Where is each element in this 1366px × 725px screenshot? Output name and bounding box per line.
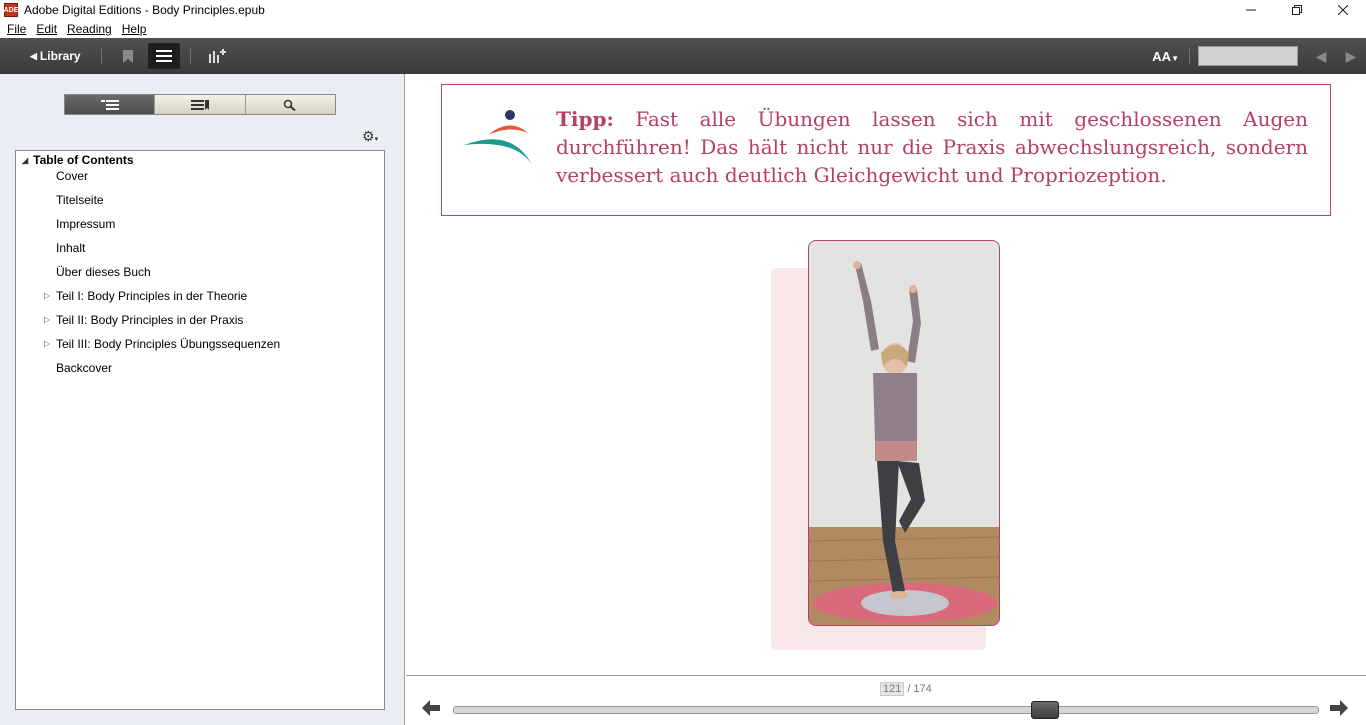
chevron-down-icon: ▼	[1171, 53, 1179, 63]
total-pages: 174	[913, 683, 932, 695]
list-item[interactable]: Teil III: Body Principles Übungssequenze…	[56, 337, 280, 351]
arrow-right-icon: ▶	[1345, 47, 1357, 64]
back-triangle-icon: ◀	[30, 50, 37, 61]
page-indicator: 121 / 174	[880, 682, 932, 696]
restore-button[interactable]	[1274, 0, 1320, 20]
menu-help[interactable]: Help	[122, 22, 147, 36]
bookmark-button[interactable]	[112, 43, 144, 69]
expand-triangle-icon[interactable]: ▷	[44, 339, 50, 348]
toc-icon	[100, 99, 119, 110]
add-bookmark-icon	[208, 49, 226, 63]
close-icon	[1338, 5, 1348, 15]
woman-tree-pose-image	[809, 241, 999, 625]
collapse-triangle-icon: ◢	[22, 155, 29, 165]
sidebar: ⚙▾ ◢ Table of Contents Cover Titelseite …	[0, 74, 405, 725]
library-button[interactable]: ◀ Library	[30, 49, 81, 63]
list-item[interactable]: Backcover	[56, 361, 112, 375]
contents-list-icon	[155, 50, 172, 62]
title-bar: ADE Adobe Digital Editions - Body Princi…	[0, 0, 1366, 20]
menu-edit[interactable]: Edit	[36, 22, 57, 36]
page-navigation: 121 / 174	[406, 675, 1366, 725]
menu-file[interactable]: File	[7, 22, 26, 36]
arrow-left-icon	[422, 700, 440, 716]
page-slider-track[interactable]	[453, 701, 1319, 719]
minimize-icon	[1246, 9, 1256, 11]
list-item[interactable]: Über dieses Buch	[56, 265, 151, 279]
tip-text: Fast alle Übungen lassen sich mit geschl…	[556, 107, 1308, 187]
tip-paragraph: Tipp: Fast alle Übungen lassen sich mit …	[556, 105, 1308, 189]
page-separator: /	[907, 683, 911, 695]
close-button[interactable]	[1320, 0, 1366, 20]
expand-triangle-icon[interactable]: ▷	[44, 315, 50, 324]
toolbar-divider	[100, 48, 102, 64]
contents-list-button[interactable]	[147, 43, 180, 69]
table-of-contents-tab[interactable]	[65, 95, 156, 114]
restore-icon	[1292, 5, 1302, 15]
yoga-pose-photo	[808, 240, 1000, 626]
app-icon: ADE	[4, 3, 18, 17]
menu-bar: File Edit Reading Help	[0, 20, 1366, 38]
body-principles-logo	[464, 110, 532, 165]
font-size-label: AA	[1152, 48, 1172, 64]
window-controls	[1228, 0, 1366, 20]
next-result-button[interactable]: ▶	[1336, 48, 1366, 65]
previous-result-button[interactable]: ◀	[1306, 48, 1336, 65]
toc-heading-label: Table of Contents	[33, 153, 134, 167]
previous-page-button[interactable]	[422, 700, 440, 721]
toolbar: ◀ Library AA▼ ◀ ▶	[0, 38, 1366, 74]
current-page-field[interactable]: 121	[880, 682, 905, 696]
list-item[interactable]: Impressum	[56, 217, 115, 231]
font-size-button[interactable]: AA▼	[1152, 49, 1179, 64]
list-item[interactable]: Inhalt	[56, 241, 85, 255]
bookmarks-tab[interactable]	[155, 95, 246, 114]
toc-tree: ◢ Table of Contents Cover Titelseite Imp…	[15, 150, 385, 710]
list-item[interactable]: Teil I: Body Principles in der Theorie	[56, 289, 247, 303]
toolbar-divider	[189, 48, 191, 64]
toolbar-right: AA▼ ◀ ▶	[1152, 38, 1366, 74]
gear-icon: ⚙	[362, 128, 375, 144]
expand-triangle-icon[interactable]: ▷	[44, 291, 50, 300]
search-input[interactable]	[1198, 46, 1298, 66]
menu-reading[interactable]: Reading	[67, 22, 112, 36]
window-title: Adobe Digital Editions - Body Principles…	[24, 3, 265, 17]
add-bookmark-button[interactable]	[201, 43, 233, 69]
page-slider-thumb[interactable]	[1031, 701, 1059, 719]
settings-gear-button[interactable]: ⚙▾	[362, 128, 378, 145]
next-page-button[interactable]	[1330, 700, 1348, 721]
list-item[interactable]: Teil II: Body Principles in der Praxis	[56, 313, 243, 327]
minimize-button[interactable]	[1228, 0, 1274, 20]
reading-pane: Tipp: Fast alle Übungen lassen sich mit …	[406, 74, 1366, 674]
tip-label: Tipp:	[556, 107, 614, 131]
tip-box: Tipp: Fast alle Übungen lassen sich mit …	[441, 84, 1331, 216]
toc-heading[interactable]: ◢ Table of Contents	[22, 153, 134, 167]
chevron-down-icon: ▾	[374, 136, 379, 143]
library-label: Library	[39, 49, 81, 63]
search-tab[interactable]	[245, 95, 335, 114]
list-item[interactable]: Cover	[56, 169, 88, 183]
list-item[interactable]: Titelseite	[56, 193, 104, 207]
arrow-right-icon	[1330, 700, 1348, 716]
bookmark-icon	[122, 49, 133, 63]
arrow-left-icon: ◀	[1315, 47, 1327, 64]
sidebar-tabs	[64, 94, 336, 115]
search-icon	[284, 99, 296, 111]
toolbar-divider	[1189, 48, 1190, 64]
bookmarks-list-icon	[190, 99, 209, 110]
